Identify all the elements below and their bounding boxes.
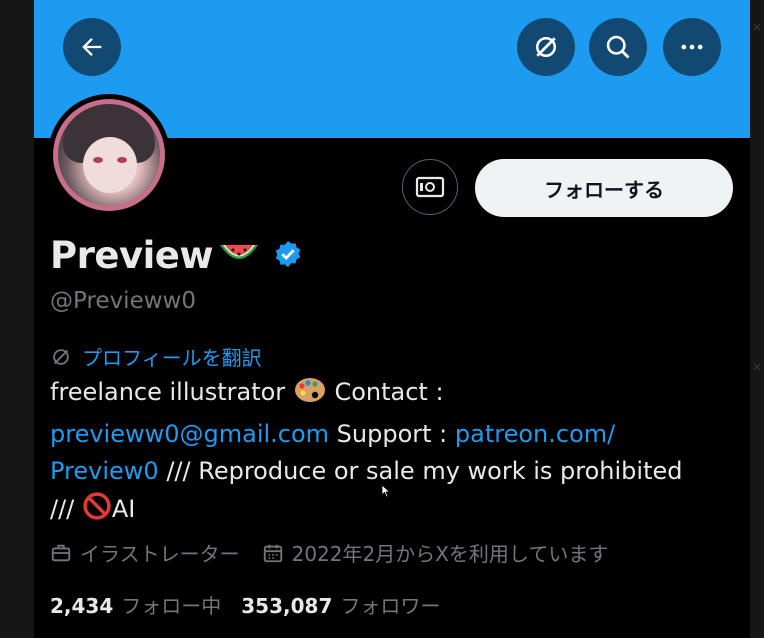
profile-panel: フォローする Preview @Previeww0 プロフィールを翻訳 free… bbox=[34, 0, 750, 638]
watermelon-icon bbox=[217, 239, 261, 273]
back-button[interactable] bbox=[63, 18, 121, 76]
profession-item: イラストレーター bbox=[50, 538, 240, 567]
bio: freelance illustrator Contact : previeww… bbox=[50, 374, 690, 532]
bio-text: AI bbox=[111, 494, 136, 523]
more-button[interactable] bbox=[663, 18, 721, 76]
follow-stats: 2,434 フォロー中 353,087 フォロワー bbox=[50, 590, 460, 619]
subscribe-button[interactable] bbox=[402, 159, 458, 215]
search-button[interactable] bbox=[589, 18, 647, 76]
following-count[interactable]: 2,434 bbox=[50, 594, 113, 618]
patreon-link-cont[interactable]: Preview0 bbox=[50, 457, 159, 485]
money-icon bbox=[415, 176, 445, 198]
joined-label: 2022年2月からXを利用しています bbox=[291, 542, 609, 566]
search-icon bbox=[606, 35, 630, 59]
gutter-close-mark: × bbox=[752, 20, 763, 34]
calendar-icon bbox=[263, 544, 282, 562]
translate-slash-icon bbox=[53, 348, 69, 365]
profile-meta: イラストレーター 2022年2月からXを利用しています bbox=[50, 538, 630, 567]
name-row: Preview bbox=[50, 234, 303, 277]
following-label[interactable]: フォロー中 bbox=[121, 590, 221, 619]
bio-text: Support : bbox=[329, 419, 455, 448]
display-name: Preview bbox=[50, 234, 214, 277]
bio-text: Contact : bbox=[326, 378, 444, 406]
more-horizontal-icon bbox=[681, 44, 703, 50]
left-gutter bbox=[0, 0, 34, 638]
profession-label: イラストレーター bbox=[80, 542, 240, 566]
mouse-cursor-icon bbox=[381, 484, 391, 498]
arrow-left-icon bbox=[82, 38, 102, 56]
translate-button[interactable] bbox=[517, 18, 575, 76]
avatar[interactable] bbox=[48, 94, 170, 216]
prohibited-icon bbox=[82, 491, 112, 533]
patreon-link[interactable]: patreon.com/ bbox=[455, 420, 615, 448]
email-link[interactable]: previeww0@gmail.com bbox=[50, 420, 329, 448]
artist-palette-icon bbox=[293, 376, 327, 416]
followers-label[interactable]: フォロワー bbox=[340, 590, 440, 619]
follow-button[interactable]: フォローする bbox=[475, 159, 733, 217]
joined-item: 2022年2月からXを利用しています bbox=[262, 538, 609, 567]
translate-label: プロフィールを翻訳 bbox=[82, 346, 262, 370]
bio-text: freelance illustrator bbox=[50, 378, 286, 406]
gutter-close-mark: × bbox=[752, 360, 763, 374]
translate-slash-icon bbox=[536, 37, 556, 57]
user-handle: @Previeww0 bbox=[50, 288, 196, 314]
briefcase-icon bbox=[51, 544, 71, 561]
translate-profile-link[interactable]: プロフィールを翻訳 bbox=[50, 342, 262, 371]
right-gutter: × × bbox=[750, 0, 764, 638]
verified-badge-icon[interactable] bbox=[273, 239, 303, 273]
avatar-image bbox=[53, 99, 165, 211]
followers-count[interactable]: 353,087 bbox=[241, 594, 332, 618]
